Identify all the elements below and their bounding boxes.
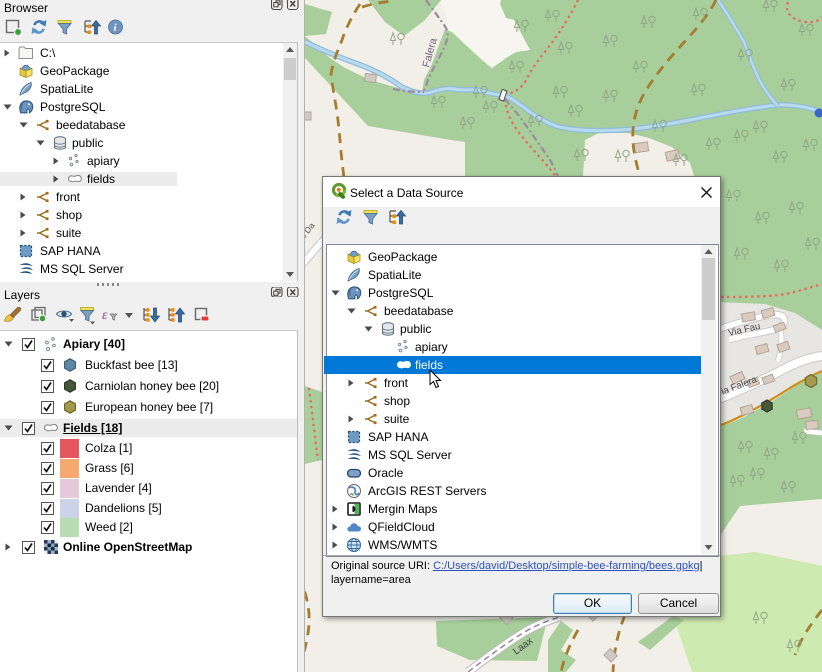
svg-text:ε: ε (102, 308, 108, 323)
